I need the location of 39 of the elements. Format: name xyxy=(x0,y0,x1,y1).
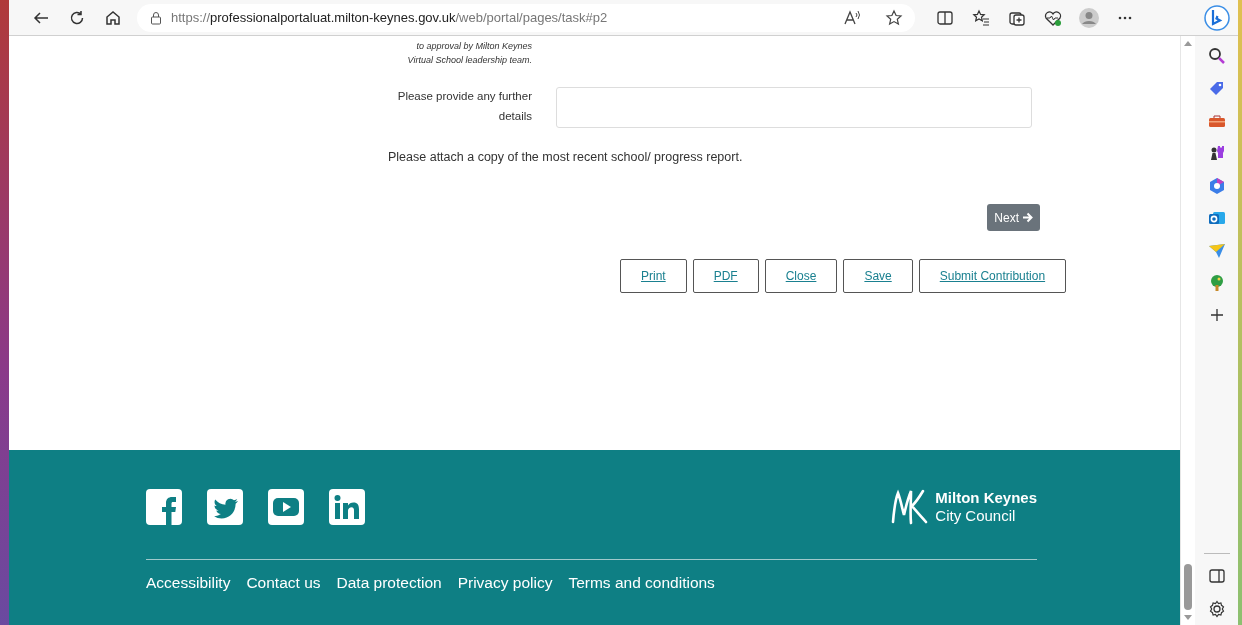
scroll-up-icon[interactable] xyxy=(1183,39,1193,47)
profile-avatar-icon[interactable] xyxy=(1078,6,1100,29)
details-input-field[interactable] xyxy=(556,87,1032,128)
right-arrow-icon xyxy=(1022,212,1033,223)
action-button[interactable]: PDF xyxy=(692,259,759,293)
scrollbar-thumb[interactable] xyxy=(1184,564,1192,610)
action-button[interactable]: Submit Contribution xyxy=(918,259,1067,293)
lock-icon xyxy=(149,10,163,25)
home-icon[interactable] xyxy=(104,8,122,27)
url-text: https://professionalportaluat.milton-keynes.gov.uk/web/portal/pages/task#p2 xyxy=(171,10,609,25)
bing-chat-icon[interactable] xyxy=(1203,4,1230,31)
twitter-icon[interactable] xyxy=(207,489,243,525)
next-button[interactable]: Next xyxy=(987,204,1040,231)
facebook-icon[interactable] xyxy=(146,489,182,525)
note-line: Virtual School leadership team. xyxy=(406,54,532,67)
address-bar[interactable]: https://professionalportaluat.milton-keynes.gov.uk/web/portal/pages/task#p2 xyxy=(137,3,915,32)
logo-subtitle: City Council xyxy=(935,507,1017,525)
linkedin-icon[interactable] xyxy=(329,489,365,525)
heart-pulse-icon[interactable] xyxy=(1043,8,1063,27)
scroll-down-icon[interactable] xyxy=(1183,614,1193,622)
star-icon[interactable] xyxy=(885,8,903,27)
logo-title: Milton Keynes xyxy=(935,489,1037,507)
footer-link[interactable]: Accessibility xyxy=(146,574,231,592)
attach-instruction: Please attach a copy of the most recent school/ progress report. xyxy=(388,150,744,164)
action-button[interactable]: Print xyxy=(620,259,687,293)
footer-link[interactable]: Terms and conditions xyxy=(568,574,715,592)
video-play-icon[interactable] xyxy=(268,489,304,525)
read-aloud-icon[interactable] xyxy=(843,8,861,27)
refresh-icon[interactable] xyxy=(68,8,86,27)
note-line: to approval by Milton Keynes xyxy=(415,40,532,53)
split-screen-icon[interactable] xyxy=(936,8,954,27)
favorites-icon[interactable] xyxy=(972,8,990,27)
field-label: Please provide any further details xyxy=(396,89,532,124)
action-button[interactable]: Save xyxy=(843,259,913,293)
action-button[interactable]: Close xyxy=(764,259,838,293)
footer-link[interactable]: Privacy policy xyxy=(457,574,553,592)
council-logo[interactable]: Milton Keynes City Council xyxy=(890,488,1037,526)
footer-link[interactable]: Contact us xyxy=(246,574,321,592)
footer-link[interactable]: Data protection xyxy=(336,574,442,592)
